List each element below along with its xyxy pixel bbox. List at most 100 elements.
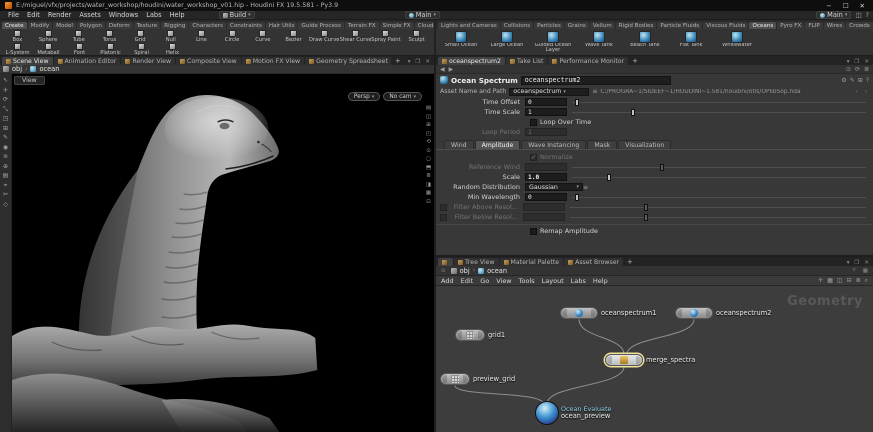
pane-layout-icon[interactable]: ◫: [855, 11, 861, 19]
network-canvas[interactable]: Geometry oceanspectrum1: [436, 286, 873, 432]
new-pane-tab-button[interactable]: +: [392, 57, 404, 65]
network-menu-item[interactable]: Tools: [519, 277, 535, 285]
shelf-tool[interactable]: Bezier: [278, 30, 309, 42]
node-oceanspectrum1[interactable]: oceanspectrum1: [560, 307, 656, 319]
shelf-tool[interactable]: Sphere: [33, 30, 64, 42]
shelf-tab[interactable]: Particles: [534, 22, 564, 29]
left-toolbar-icon[interactable]: ▤: [3, 173, 9, 179]
maximize-button[interactable]: ☐: [843, 2, 849, 10]
shelf-tab[interactable]: Texture: [134, 22, 160, 29]
grid-icon[interactable]: ⊞: [858, 77, 863, 84]
node-body[interactable]: [675, 307, 713, 319]
shelf-tool[interactable]: Null: [155, 30, 186, 42]
path-item-ocean[interactable]: ocean: [39, 65, 59, 73]
persp-button[interactable]: Persp ▾: [348, 92, 380, 101]
shelf-tab[interactable]: Collisions: [501, 22, 533, 29]
help-icon[interactable]: ?: [866, 77, 869, 84]
scale-field[interactable]: 1.0: [525, 173, 567, 181]
random-distribution-dropdown[interactable]: Gaussian ▾: [525, 183, 583, 191]
shelf-tab[interactable]: Hair Utils: [266, 22, 298, 29]
network-menu-item[interactable]: Go: [480, 277, 489, 285]
shelf-tab[interactable]: Guide Process: [298, 22, 343, 29]
time-scale-field[interactable]: 1: [525, 108, 567, 116]
loop-over-time-checkbox[interactable]: [530, 119, 537, 126]
asset-name-dropdown[interactable]: oceanspectrum ▾: [509, 88, 589, 96]
shelf-tab[interactable]: Rigging: [161, 22, 188, 29]
wrench-icon[interactable]: ✛: [818, 277, 823, 285]
left-toolbar-icon[interactable]: ⊕: [3, 164, 8, 170]
shelf-tool[interactable]: Platonic: [95, 43, 126, 55]
search-icon[interactable]: ⌕: [851, 267, 858, 274]
node-name-field[interactable]: oceanspectrum2: [521, 76, 671, 85]
shelf-tool[interactable]: Torus: [94, 30, 125, 42]
menu-item[interactable]: Labs: [142, 11, 165, 19]
node-body[interactable]: [455, 329, 485, 341]
folder-tab[interactable]: Mask: [587, 140, 617, 149]
new-pane-tab-button[interactable]: +: [629, 57, 641, 65]
left-toolbar-icon[interactable]: ⊞: [3, 126, 8, 132]
folder-tab[interactable]: Amplitude: [475, 140, 521, 149]
shelf-tab[interactable]: Modify: [28, 22, 53, 29]
shelf-tool[interactable]: Tube: [63, 30, 94, 42]
shelf-tool[interactable]: Beach Tank: [622, 31, 668, 55]
viewport-toolbar-icon[interactable]: ⊡: [426, 200, 431, 206]
network-menu-item[interactable]: Edit: [461, 277, 474, 285]
time-offset-field[interactable]: 0: [525, 98, 567, 106]
pin-icon[interactable]: ⊙: [846, 66, 851, 73]
viewport-toolbar-icon[interactable]: ▦: [426, 191, 431, 197]
folder-tab[interactable]: Wind: [444, 140, 474, 149]
network-menu-item[interactable]: Layout: [542, 277, 564, 285]
edit-icon[interactable]: ✎: [850, 77, 855, 84]
min-wavelength-field[interactable]: 0: [525, 193, 567, 201]
network-menu-item[interactable]: Add: [441, 277, 454, 285]
menu-item[interactable]: Help: [166, 11, 189, 19]
viewport-toolbar-icon[interactable]: ⟲: [426, 140, 431, 146]
pane-tab[interactable]: Take List: [506, 57, 548, 65]
grid-icon[interactable]: ▦: [861, 268, 870, 274]
time-scale-slider[interactable]: [572, 108, 866, 116]
pane-tab[interactable]: Composite View: [176, 57, 241, 65]
pane-tab[interactable]: Geometry Spreadsheet: [305, 57, 391, 65]
menu-item[interactable]: Edit: [23, 11, 44, 19]
shelf-tool[interactable]: Large Ocean: [484, 31, 530, 55]
shelf-tool[interactable]: Whitewater: [714, 31, 760, 55]
time-offset-slider[interactable]: [572, 98, 866, 106]
viewport-toolbar-icon[interactable]: ◨: [426, 183, 431, 189]
path-item-obj[interactable]: obj: [460, 267, 470, 275]
pane-tab[interactable]: Performance Monitor: [548, 57, 628, 65]
shelf-tool[interactable]: Guided Ocean Layer: [530, 31, 576, 55]
viewport-toolbar-icon[interactable]: ≣: [426, 174, 431, 180]
shelf-tool[interactable]: Line: [186, 30, 217, 42]
pane-tab[interactable]: Asset Browser: [564, 258, 623, 266]
shelf-tab[interactable]: Grains: [565, 22, 589, 29]
min-wavelength-slider[interactable]: [572, 193, 866, 201]
node-body[interactable]: [440, 373, 470, 385]
forward-arrow-icon[interactable]: ▶: [449, 66, 454, 73]
new-pane-tab-button[interactable]: +: [624, 258, 636, 266]
viewport-toolbar-icon[interactable]: ▤: [426, 106, 431, 112]
close-button[interactable]: ✕: [860, 2, 865, 10]
zoom-icon[interactable]: ⌕: [865, 277, 868, 285]
shelf-tab[interactable]: Lights and Cameras: [438, 22, 500, 29]
camera-select-button[interactable]: No cam ▾: [383, 92, 422, 101]
node-ocean-preview[interactable]: Ocean Evaluate ocean_preview: [536, 402, 611, 424]
back-arrow-icon[interactable]: ◀: [440, 66, 445, 73]
left-toolbar-icon[interactable]: ↖: [3, 78, 8, 84]
left-toolbar-icon[interactable]: ◉: [3, 145, 8, 151]
shelf-tab[interactable]: Polygon: [77, 22, 105, 29]
scale-slider[interactable]: [572, 173, 866, 181]
shelf-tab[interactable]: Pyro FX: [777, 22, 804, 29]
viewport-toolbar-icon[interactable]: ◫: [426, 115, 431, 121]
snap-grid-icon[interactable]: ▦: [827, 277, 833, 285]
node-body[interactable]: [605, 354, 643, 366]
shelf-tool[interactable]: L-System: [2, 43, 33, 55]
network-root-icon[interactable]: [3, 66, 9, 72]
main-selector-right[interactable]: Main ▾: [816, 11, 851, 19]
pane-tab[interactable]: Tree View: [454, 258, 499, 266]
shelf-tool[interactable]: Curve: [248, 30, 279, 42]
shelf-tool[interactable]: Helix: [157, 43, 188, 55]
left-toolbar-icon[interactable]: ⟳: [3, 97, 8, 103]
shelf-tab[interactable]: Particle Fluids: [657, 22, 702, 29]
shelf-tool[interactable]: Font: [64, 43, 95, 55]
shelf-tab[interactable]: Characters: [189, 22, 226, 29]
